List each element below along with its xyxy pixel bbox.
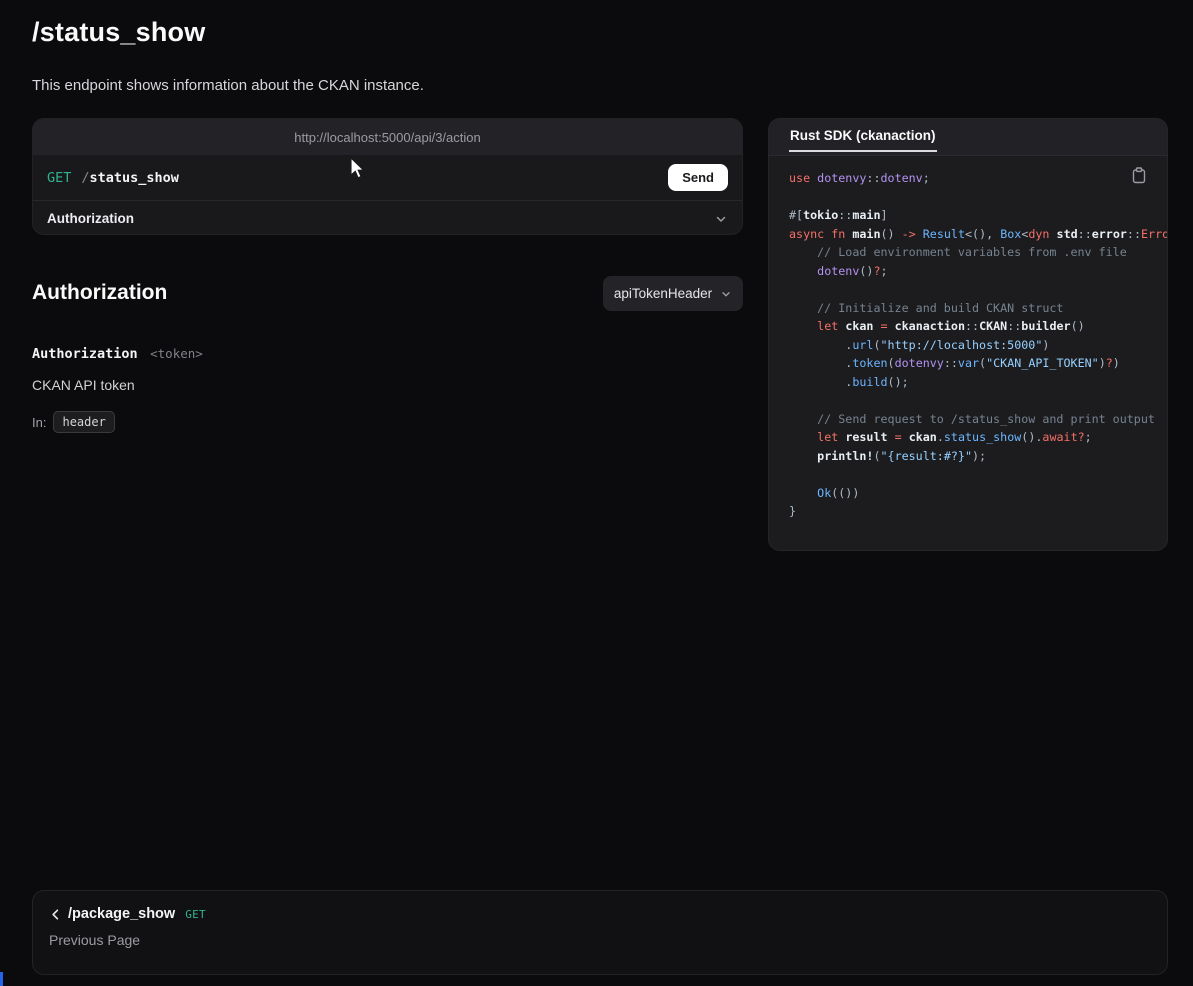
- clipboard-icon: [1132, 167, 1147, 184]
- authorization-accordion-label: Authorization: [47, 211, 134, 226]
- copy-code-button[interactable]: [1130, 165, 1149, 189]
- previous-page-title: /package_show: [68, 906, 175, 922]
- base-url-bar[interactable]: http://localhost:5000/api/3/action: [33, 119, 742, 155]
- code-panel-header: Rust SDK (ckanaction): [769, 119, 1167, 156]
- base-url: http://localhost:5000/api/3/action: [294, 130, 480, 145]
- request-card: http://localhost:5000/api/3/action GET /…: [32, 118, 743, 235]
- chevron-down-icon: [714, 212, 728, 226]
- request-method-row: GET /status_show Send: [33, 155, 742, 200]
- auth-param-description: CKAN API token: [32, 377, 135, 393]
- authorization-accordion[interactable]: Authorization: [33, 200, 742, 235]
- authorization-section-heading: Authorization: [32, 281, 167, 305]
- previous-page-label: Previous Page: [49, 932, 1151, 948]
- chevron-down-icon: [720, 288, 732, 300]
- auth-param-type: <token>: [150, 346, 203, 361]
- page-title: /status_show: [32, 17, 205, 48]
- previous-page-method-badge: GET: [185, 908, 206, 921]
- code-example-panel: Rust SDK (ckanaction) use dotenvy::doten…: [768, 118, 1168, 551]
- auth-in-line: In: header: [32, 411, 115, 433]
- auth-scheme-selected-value: apiTokenHeader: [614, 286, 712, 301]
- code-block[interactable]: use dotenvy::dotenv; #[tokio::main]async…: [769, 156, 1167, 549]
- send-button[interactable]: Send: [668, 164, 728, 191]
- http-method-badge: GET: [47, 170, 71, 186]
- previous-page-link[interactable]: /package_show GET Previous Page: [32, 890, 1168, 975]
- auth-param-line: Authorization <token>: [32, 345, 203, 363]
- endpoint-description: This endpoint shows information about th…: [32, 77, 424, 94]
- auth-in-value-badge: header: [53, 411, 114, 433]
- endpoint-path-slash: /: [81, 170, 89, 186]
- chevron-left-icon: [49, 908, 62, 921]
- auth-param-name: Authorization: [32, 346, 138, 362]
- endpoint-path: status_show: [90, 170, 179, 186]
- auth-in-label: In:: [32, 415, 46, 430]
- auth-scheme-select[interactable]: apiTokenHeader: [603, 276, 743, 311]
- corner-accent-bar: [0, 972, 3, 986]
- code-panel-tab[interactable]: Rust SDK (ckanaction): [789, 119, 937, 152]
